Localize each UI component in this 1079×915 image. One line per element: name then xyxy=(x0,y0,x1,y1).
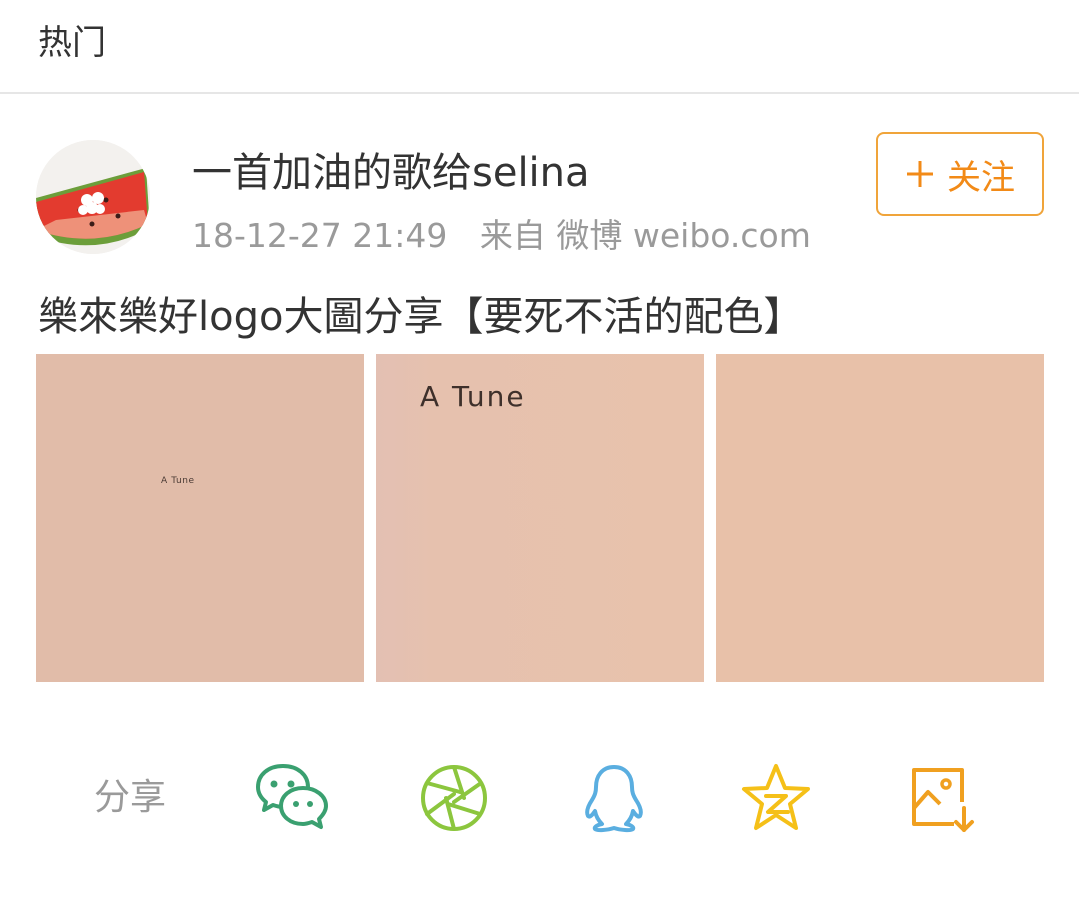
post-image-2[interactable]: A Tune xyxy=(376,354,704,682)
wechat-icon[interactable] xyxy=(255,762,328,834)
header-title: 热门 xyxy=(38,23,106,63)
avatar[interactable] xyxy=(36,140,150,254)
follow-button[interactable]: 关注 xyxy=(876,132,1044,216)
post-meta: 18-12-27 21:49 来自 微博 weibo.com xyxy=(192,214,833,258)
qzone-icon[interactable] xyxy=(740,762,812,834)
author-name[interactable]: 一首加油的歌给selina xyxy=(192,148,590,198)
moments-icon[interactable] xyxy=(418,762,490,834)
plus-icon xyxy=(905,159,935,189)
post-timestamp: 18-12-27 21:49 xyxy=(192,216,448,255)
post-image-1[interactable]: A Tune xyxy=(36,354,364,682)
share-label: 分享 xyxy=(94,777,167,818)
image-caption: A Tune xyxy=(420,380,526,413)
post-image-3[interactable] xyxy=(716,354,1044,682)
image-caption: A Tune xyxy=(161,476,195,486)
follow-label: 关注 xyxy=(947,157,1015,198)
post-source[interactable]: 来自 微博 weibo.com xyxy=(480,216,811,255)
post-text: 樂來樂好logo大圖分享【要死不活的配色】 xyxy=(38,294,804,340)
weibo-post-page: 热门 一首加油的歌给selina 18-12-27 21:49 来自 微博 we… xyxy=(0,0,1079,915)
save-image-icon[interactable] xyxy=(906,762,978,834)
top-header: 热门 xyxy=(0,0,1079,94)
qq-icon[interactable] xyxy=(578,762,650,834)
